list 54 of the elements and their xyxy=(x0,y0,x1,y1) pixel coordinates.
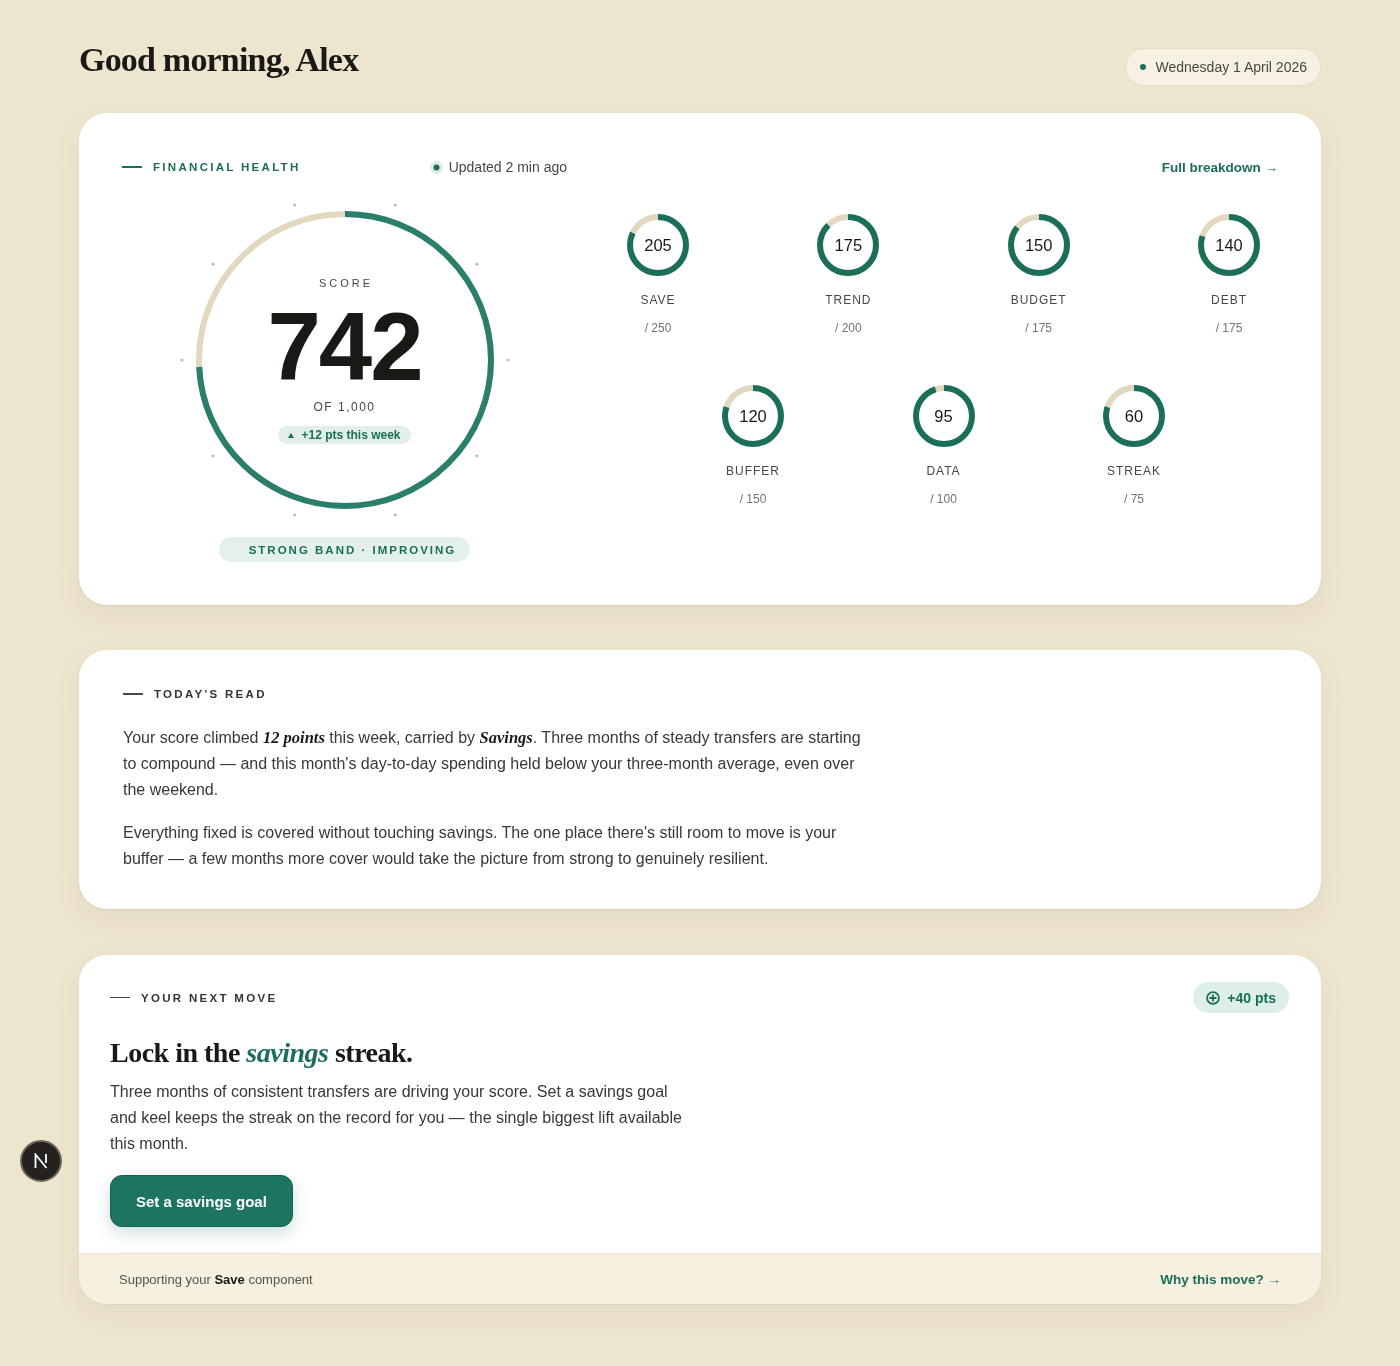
component-name: BUDGET xyxy=(1010,293,1067,307)
component-name: DEBT xyxy=(1210,293,1247,307)
score-value: 742 xyxy=(267,299,422,395)
component-ring-track xyxy=(1014,214,1039,230)
read-paragraph: Everything fixed is covered without touching savings. The one place there's still room to move is your buffer — a few months more cover would take the picture from strong to genuinely resilient. xyxy=(123,823,838,869)
component-ring-track xyxy=(1104,385,1135,409)
component-max: / 100 xyxy=(930,492,957,506)
component-max: / 175 xyxy=(1025,321,1052,335)
read-paragraph: Your score climbed 12 points this week, carried by Savings. Three months of steady transfers are starting to compound — and this month's day-to-day spending held below your three-month average, even over the weekend. xyxy=(123,727,862,800)
n-logo-button[interactable] xyxy=(20,1140,62,1182)
footer-note: Supporting your Save component xyxy=(119,1271,313,1287)
section-label: TODAY'S READ xyxy=(154,688,267,700)
score-change-text: +12 pts this week xyxy=(301,428,401,442)
section-label: YOUR NEXT MOVE xyxy=(141,991,278,1004)
up-triangle-icon xyxy=(288,432,295,438)
live-dot-icon xyxy=(429,160,443,174)
n-logo-icon xyxy=(33,1153,49,1169)
component-ring-track xyxy=(723,385,754,409)
component-name: BUFFER xyxy=(726,464,780,478)
move-description: Three months of consistent transfers are driving your score. Set a savings goal and keel keeps the streak on the record for you — the single biggest lift available this month. xyxy=(110,1082,683,1154)
component-score: 175 xyxy=(834,235,863,255)
score-out-of: OF 1,000 xyxy=(313,400,376,414)
component-score: 140 xyxy=(1215,235,1243,255)
component-score: 120 xyxy=(739,406,767,426)
component-max: / 75 xyxy=(1124,492,1144,506)
status-dot-icon xyxy=(1140,64,1147,70)
component-score: 150 xyxy=(1024,235,1053,255)
points-text: +40 pts xyxy=(1227,989,1276,1006)
component-score: 60 xyxy=(1124,406,1144,426)
component-score: 95 xyxy=(934,406,953,426)
component-ring-track xyxy=(826,214,849,228)
component-score: 205 xyxy=(644,235,672,255)
component-ring-track xyxy=(1199,214,1230,238)
component-max: / 150 xyxy=(739,492,767,506)
component-name: TREND xyxy=(825,293,872,307)
component-max: / 175 xyxy=(1215,321,1243,335)
component-name: DATA xyxy=(926,464,961,478)
component-ring-track xyxy=(934,385,944,393)
greeting-heading: Good morning, Alex xyxy=(79,40,359,80)
component-max: / 250 xyxy=(644,321,672,335)
move-title: Lock in the savings streak. xyxy=(110,1036,413,1070)
updated-text: Updated 2 min ago xyxy=(448,159,567,175)
why-this-move-link[interactable]: Why this move? → xyxy=(1160,1271,1281,1287)
section-label: FINANCIAL HEALTH xyxy=(153,161,301,173)
score-label: SCORE xyxy=(318,276,374,290)
component-ring-track xyxy=(630,214,659,235)
component-name: STREAK xyxy=(1107,464,1161,478)
date-text: Wednesday 1 April 2026 xyxy=(1155,59,1307,75)
plus-circle-icon xyxy=(1206,990,1221,1005)
set-savings-goal-button[interactable]: Set a savings goal xyxy=(110,1175,293,1227)
full-breakdown-link[interactable]: Full breakdown → xyxy=(1161,159,1278,175)
component-max: / 200 xyxy=(834,321,862,335)
component-name: SAVE xyxy=(640,293,676,307)
band-pill: STRONG BAND · IMPROVING xyxy=(218,537,471,562)
